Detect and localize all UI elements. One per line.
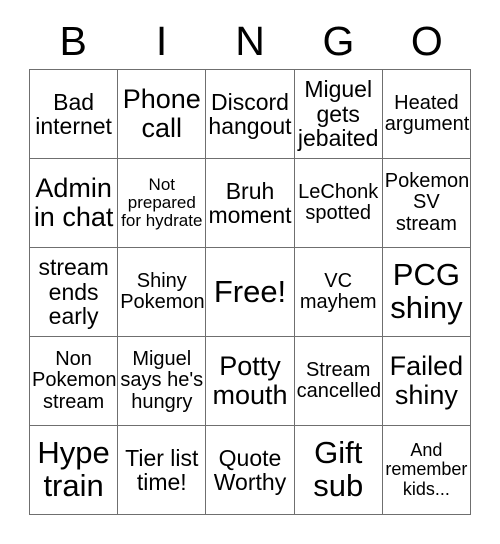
bingo-cell-r2-c1[interactable]: Admin in chat xyxy=(30,159,119,248)
bingo-cell-r1-c3[interactable]: Discord hangout xyxy=(206,70,295,159)
bingo-cell-r2-c5[interactable]: Pokemon SV stream xyxy=(382,159,471,248)
bingo-header-letter-1: B xyxy=(59,18,87,64)
bingo-cell-r1-c5[interactable]: Heated argument xyxy=(382,70,471,159)
bingo-cell-label: stream ends early xyxy=(38,254,109,330)
bingo-cell-r1-c4[interactable]: Miguel gets jebaited xyxy=(294,70,383,159)
bingo-header-letter-3: N xyxy=(235,18,265,64)
bingo-card: B I N G O Bad internet Phone call Discord hang… xyxy=(0,0,500,544)
bingo-cell-r4-c1[interactable]: Non Pokemon stream xyxy=(30,337,119,426)
bingo-cell-label: Tier list time! xyxy=(125,444,199,495)
bingo-cell-r5-c1[interactable]: Hype train xyxy=(30,426,119,515)
bingo-cell-r5-c3[interactable]: Quote Worthy xyxy=(206,426,295,515)
bingo-cell-label: Failed shiny xyxy=(389,351,464,410)
bingo-cell-r4-c2[interactable]: Miguel says he's hungry xyxy=(118,337,207,426)
bingo-cell-label: Bad internet xyxy=(35,88,112,139)
bingo-cell-label: Hype train xyxy=(37,435,110,503)
bingo-cell-r1-c2[interactable]: Phone call xyxy=(118,70,207,159)
bingo-cell-r3-c5[interactable]: PCG shiny xyxy=(382,248,471,337)
bingo-cell-label: Bruh moment xyxy=(208,177,292,228)
bingo-cell-label: Discord hangout xyxy=(208,88,292,139)
bingo-cell-label: Shiny Pokemon xyxy=(120,269,205,313)
bingo-cell-r5-c4[interactable]: Gift sub xyxy=(294,426,383,515)
bingo-cell-r3-c4[interactable]: VC mayhem xyxy=(294,248,383,337)
bingo-cell-label: VC mayhem xyxy=(299,269,377,313)
bingo-cell-label: Pokemon SV stream xyxy=(384,170,470,235)
bingo-cell-r3-c1[interactable]: stream ends early xyxy=(30,248,119,337)
bingo-cell-label: Non Pokemon stream xyxy=(32,348,117,413)
bingo-cell-label: Heated argument xyxy=(384,91,470,135)
bingo-cell-r4-c3[interactable]: Potty mouth xyxy=(206,337,295,426)
bingo-cell-r5-c5[interactable]: And remember kids... xyxy=(382,426,471,515)
bingo-header-row: BINGO xyxy=(29,14,471,69)
bingo-cell-label: Admin in chat xyxy=(33,173,114,232)
bingo-cell-label: Quote Worthy xyxy=(213,444,287,495)
bingo-cell-label: And remember kids... xyxy=(385,440,468,499)
bingo-cell-label: LeChonk spotted xyxy=(298,180,379,224)
bingo-cell-label: Potty mouth xyxy=(212,351,288,410)
bingo-cell-label: Gift sub xyxy=(313,435,364,503)
bingo-cell-label: Not prepared for hydrate xyxy=(121,174,203,230)
bingo-cell-r4-c5[interactable]: Failed shiny xyxy=(382,337,471,426)
bingo-cell-r5-c2[interactable]: Tier list time! xyxy=(118,426,207,515)
bingo-cell-r1-c1[interactable]: Bad internet xyxy=(30,70,119,159)
bingo-cell-label: PCG shiny xyxy=(390,257,463,325)
bingo-cell-r4-c4[interactable]: Stream cancelled xyxy=(294,337,383,426)
bingo-header-letter-5: O xyxy=(410,18,443,64)
bingo-header-letter-4: G xyxy=(322,18,355,64)
bingo-cell-label: Stream cancelled xyxy=(296,358,382,402)
bingo-cell-r3-c2[interactable]: Shiny Pokemon xyxy=(118,248,207,337)
bingo-cell-r2-c3[interactable]: Bruh moment xyxy=(206,159,295,248)
bingo-cell-r2-c2[interactable]: Not prepared for hydrate xyxy=(118,159,207,248)
bingo-cell-label: Miguel says he's hungry xyxy=(120,348,204,413)
bingo-free-space[interactable]: Free! xyxy=(206,248,295,337)
bingo-cell-label: Miguel gets jebaited xyxy=(297,76,379,152)
bingo-cell-label: Free! xyxy=(213,273,287,309)
bingo-cell-label: Phone call xyxy=(122,84,201,143)
bingo-cell-r2-c4[interactable]: LeChonk spotted xyxy=(294,159,383,248)
bingo-grid: Bad internet Phone call Discord hangout Mig… xyxy=(29,69,471,515)
bingo-header-letter-2: I xyxy=(155,18,168,64)
